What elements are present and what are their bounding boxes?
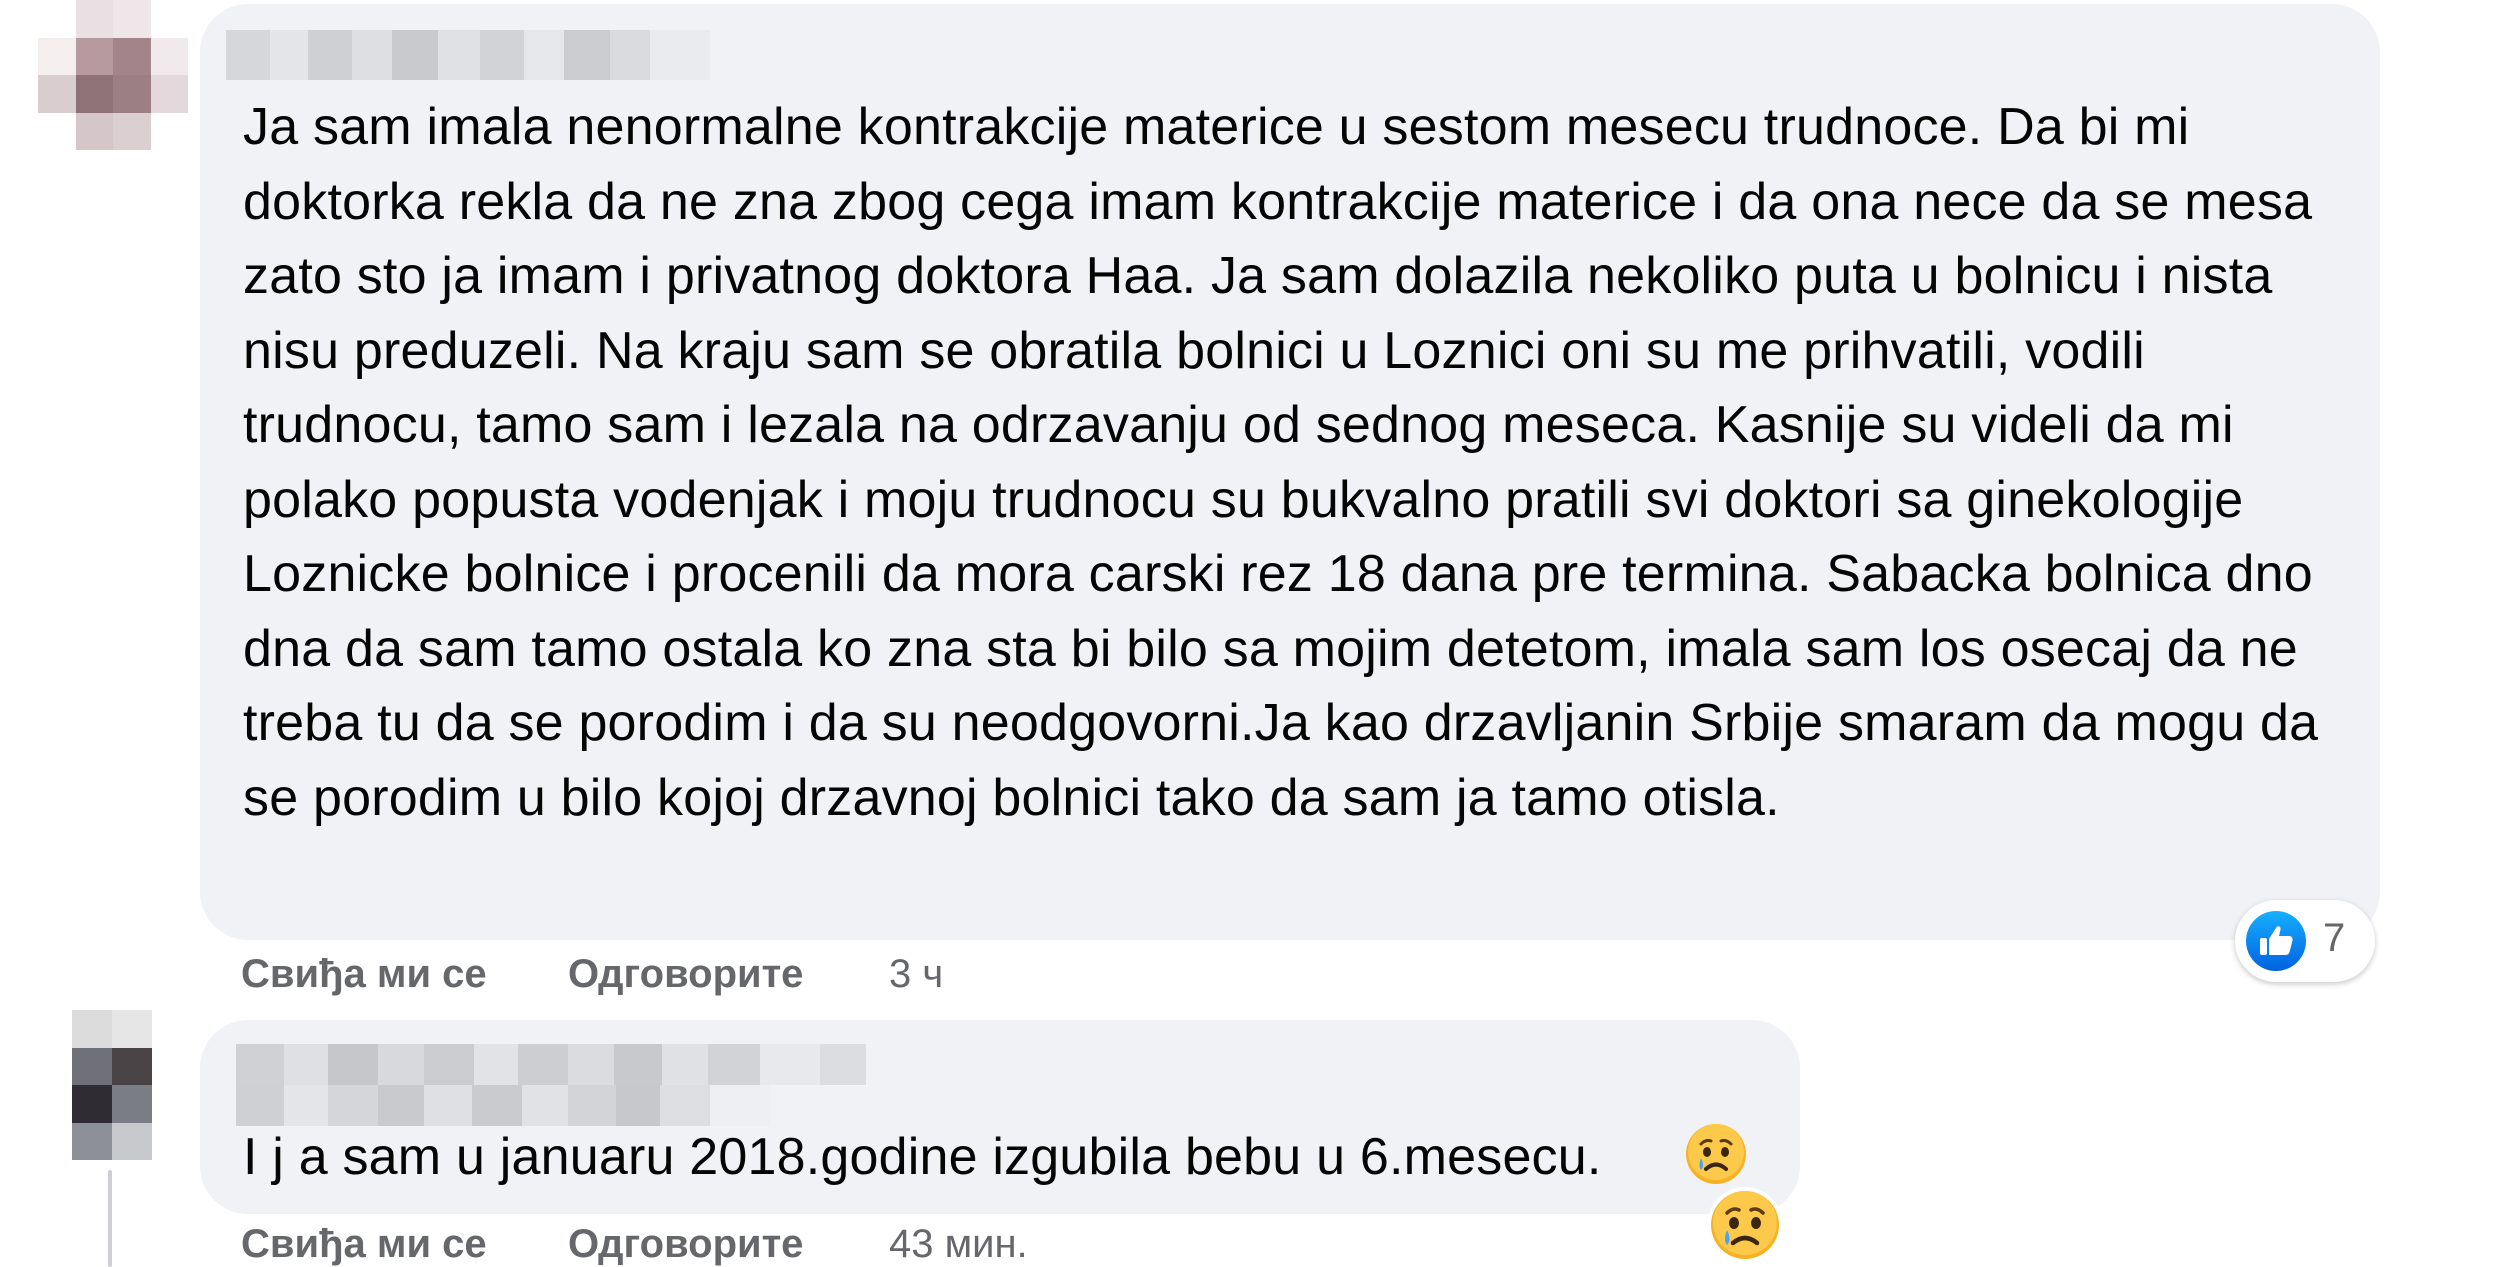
avatar-commenter-2[interactable] [72,1010,152,1160]
comment-timestamp[interactable]: 3 ч [889,952,943,997]
reaction-summary[interactable]: 7 [2235,900,2375,982]
thread-connector-line [108,1170,112,1267]
reply-button[interactable]: Одговорите [568,952,803,997]
comment-timestamp[interactable]: 43 мин. [889,1222,1028,1267]
commenter-name-blurred[interactable] [236,1044,870,1126]
reaction-count: 7 [2323,916,2346,960]
avatar-commenter-1[interactable] [38,0,188,150]
comment-text: I j a sam u januaru 2018.godine izgubila… [243,1128,1602,1186]
reply-button[interactable]: Одговорите [568,1222,803,1267]
like-button[interactable]: Свиђа ми се [241,1222,487,1267]
sad-face-icon [1686,1124,1746,1184]
like-button[interactable]: Свиђа ми се [241,952,487,997]
sad-reaction-icon[interactable] [1705,1185,1785,1265]
comment-text: Ja sam imala nenormalne kontrakcije mate… [243,98,2333,827]
like-thumbs-up-icon [2246,911,2306,971]
commenter-name-blurred[interactable] [226,30,710,80]
